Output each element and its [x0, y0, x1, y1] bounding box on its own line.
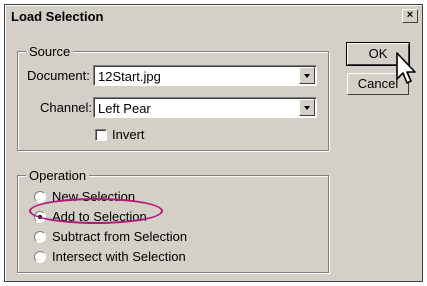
operation-group: Operation New Selection Add to Selection… — [17, 168, 329, 273]
invert-label[interactable]: Invert — [112, 127, 145, 142]
dropdown-arrow-icon[interactable] — [299, 67, 315, 84]
document-label: Document: — [27, 68, 90, 83]
channel-label: Channel: — [40, 100, 93, 115]
title-bar[interactable]: Load Selection × — [7, 7, 420, 25]
document-dropdown[interactable]: 12Start.jpg — [93, 65, 317, 86]
load-selection-dialog: Load Selection × Source Document: 12Star… — [4, 4, 423, 282]
source-legend: Source — [26, 44, 74, 59]
dropdown-arrow-icon[interactable] — [299, 99, 315, 116]
channel-dropdown[interactable]: Left Pear — [93, 97, 317, 118]
document-value: 12Start.jpg — [98, 69, 161, 84]
dialog-title: Load Selection — [11, 9, 104, 24]
invert-checkbox[interactable] — [95, 129, 107, 141]
mouse-pointer-icon — [396, 52, 416, 84]
radio-button[interactable] — [34, 231, 46, 243]
highlight-ellipse — [29, 198, 163, 224]
operation-legend: Operation — [26, 168, 90, 183]
radio-button[interactable] — [34, 191, 46, 203]
channel-value: Left Pear — [98, 101, 151, 116]
radio-button[interactable] — [34, 251, 46, 263]
radio-label: Intersect with Selection — [52, 249, 186, 264]
close-icon[interactable]: × — [402, 9, 418, 23]
radio-label: Subtract from Selection — [52, 229, 188, 244]
